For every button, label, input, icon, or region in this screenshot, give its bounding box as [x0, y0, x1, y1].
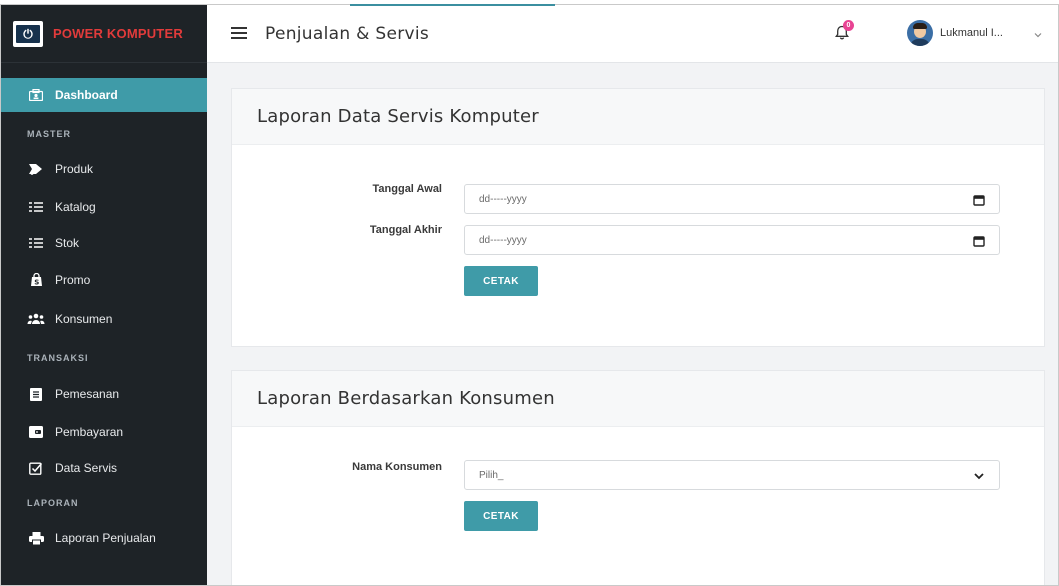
- sidebar-item-label: Laporan Penjualan: [55, 531, 156, 545]
- svg-text:S: S: [34, 279, 39, 287]
- page-title: Penjualan & Servis: [265, 24, 430, 44]
- brand-logo-icon: ⏻: [13, 20, 43, 47]
- sidebar-item-konsumen[interactable]: Konsumen: [1, 302, 207, 336]
- date-placeholder: dd-----yyyy: [479, 193, 527, 205]
- user-name[interactable]: Lukmanul I...: [940, 27, 1003, 39]
- app-window: ⏻ POWER KOMPUTER Dashboard MASTER Produk…: [0, 4, 1059, 586]
- sidebar-item-label: Produk: [55, 162, 94, 176]
- menu-toggle-icon[interactable]: [231, 27, 247, 39]
- sidebar-item-katalog[interactable]: Katalog: [1, 190, 207, 224]
- sidebar-item-promo[interactable]: S Promo: [1, 263, 207, 297]
- notification-bell-icon[interactable]: 0: [835, 20, 854, 43]
- customer-report-card: Laporan Berdasarkan Konsumen Nama Konsum…: [231, 370, 1045, 585]
- brand[interactable]: ⏻ POWER KOMPUTER: [1, 5, 207, 63]
- dashboard-icon: [27, 89, 45, 101]
- chevron-down-icon[interactable]: [1033, 27, 1043, 38]
- start-date-input[interactable]: dd-----yyyy: [464, 184, 1000, 214]
- users-icon: [27, 313, 45, 325]
- card-header: Laporan Data Servis Komputer: [232, 89, 1044, 145]
- loading-progress-bar: [350, 4, 555, 6]
- calendar-icon[interactable]: [973, 235, 985, 247]
- sidebar-item-pembayaran[interactable]: Pembayaran: [1, 415, 207, 449]
- sidebar-heading-transaksi: TRANSAKSI: [27, 353, 89, 363]
- sidebar-item-label: Dashboard: [55, 88, 118, 102]
- shopify-bag-icon: S: [27, 273, 45, 287]
- printer-icon: [27, 531, 45, 545]
- receipt-icon: [27, 387, 45, 401]
- list-icon: [27, 237, 45, 249]
- chevron-down-icon[interactable]: [973, 470, 985, 482]
- end-date-input[interactable]: dd-----yyyy: [464, 225, 1000, 255]
- date-placeholder: dd-----yyyy: [479, 234, 527, 246]
- sidebar-item-label: Stok: [55, 236, 80, 250]
- customer-name-label: Nama Konsumen: [352, 461, 442, 473]
- sidebar-item-produk[interactable]: Produk: [1, 152, 207, 186]
- sidebar-heading-master: MASTER: [27, 129, 71, 139]
- sidebar-item-label: Promo: [55, 273, 91, 287]
- sidebar-item-label: Katalog: [55, 200, 96, 214]
- sidebar-item-label: Pembayaran: [55, 425, 124, 439]
- card-title: Laporan Data Servis Komputer: [257, 106, 539, 127]
- sidebar-item-dashboard[interactable]: Dashboard: [1, 78, 207, 112]
- sidebar-item-data-servis[interactable]: Data Servis: [1, 451, 207, 485]
- card-title: Laporan Berdasarkan Konsumen: [257, 388, 555, 409]
- checkbox-icon: [27, 462, 45, 475]
- print-service-report-button[interactable]: CETAK: [464, 266, 538, 296]
- sidebar-item-label: Pemesanan: [55, 387, 120, 401]
- card-header: Laporan Berdasarkan Konsumen: [232, 371, 1044, 427]
- notification-count-badge: 0: [843, 20, 854, 31]
- sidebar-item-stok[interactable]: Stok: [1, 226, 207, 260]
- service-report-card: Laporan Data Servis Komputer Tanggal Awa…: [231, 88, 1045, 347]
- avatar[interactable]: [907, 20, 933, 46]
- sidebar: ⏻ POWER KOMPUTER Dashboard MASTER Produk…: [1, 5, 207, 585]
- sidebar-heading-laporan: LAPORAN: [27, 498, 79, 508]
- truck-icon: [27, 163, 45, 175]
- end-date-label: Tanggal Akhir: [369, 224, 442, 236]
- sidebar-item-label: Data Servis: [55, 461, 118, 475]
- select-value: Pilih_: [479, 469, 504, 481]
- customer-select[interactable]: Pilih_: [464, 460, 1000, 490]
- topbar: Penjualan & Servis 0 Lukmanul I...: [207, 5, 1058, 63]
- sidebar-item-pemesanan[interactable]: Pemesanan: [1, 377, 207, 411]
- list-icon: [27, 201, 45, 213]
- start-date-label: Tanggal Awal: [372, 183, 442, 195]
- print-customer-report-button[interactable]: CETAK: [464, 501, 538, 531]
- wallet-icon: [27, 426, 45, 438]
- calendar-icon[interactable]: [973, 194, 985, 206]
- sidebar-item-laporan-penjualan[interactable]: Laporan Penjualan: [1, 521, 207, 555]
- sidebar-item-label: Konsumen: [55, 312, 113, 326]
- brand-name: POWER KOMPUTER: [53, 26, 183, 41]
